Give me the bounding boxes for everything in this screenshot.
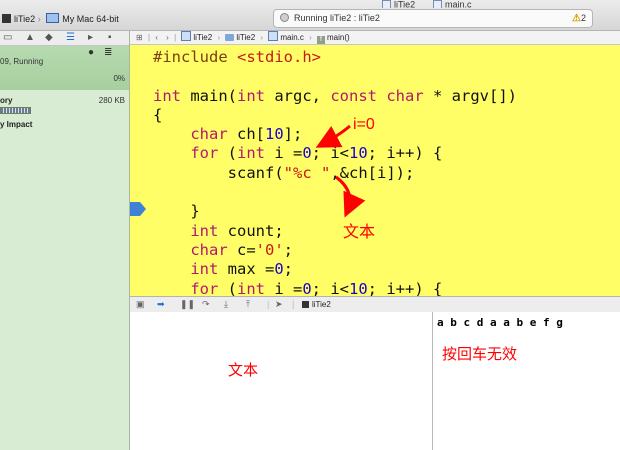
debug-bar: ▣ ➡ ❚❚ ↷ ⤓ ⤒ | ➤ | liTie2 — [130, 296, 620, 313]
console-output: a b c d a a b e f g — [437, 316, 563, 329]
step-over-icon[interactable]: ↷ — [202, 298, 210, 310]
debug-target[interactable]: liTie2 — [300, 298, 331, 311]
console-annotation: 按回车无效 — [442, 346, 518, 363]
location-icon[interactable]: ➤ — [275, 298, 283, 310]
variables-view[interactable]: 文本 — [130, 312, 432, 450]
debug-target-label: liTie2 — [312, 300, 331, 309]
arrow-to-format-string — [335, 175, 366, 218]
annotation-text: 文本 — [343, 224, 376, 241]
step-out-icon[interactable]: ⤒ — [246, 298, 250, 310]
step-into-icon[interactable]: ⤓ — [224, 298, 228, 310]
app-target-icon — [302, 301, 309, 308]
divider: | — [267, 299, 270, 309]
breakpoints-toggle-icon[interactable]: ➡ — [157, 298, 165, 310]
arrow-to-loop-init — [315, 124, 351, 148]
console-view[interactable]: a b c d a a b e f g 按回车无效 — [433, 312, 620, 450]
pause-icon[interactable]: ❚❚ — [180, 298, 195, 310]
variables-annotation: 文本 — [228, 362, 259, 379]
annotation-i-equals-zero: i=0 — [353, 116, 375, 133]
divider: | — [292, 299, 295, 309]
hide-debug-area-icon[interactable]: ▣ — [136, 298, 145, 310]
